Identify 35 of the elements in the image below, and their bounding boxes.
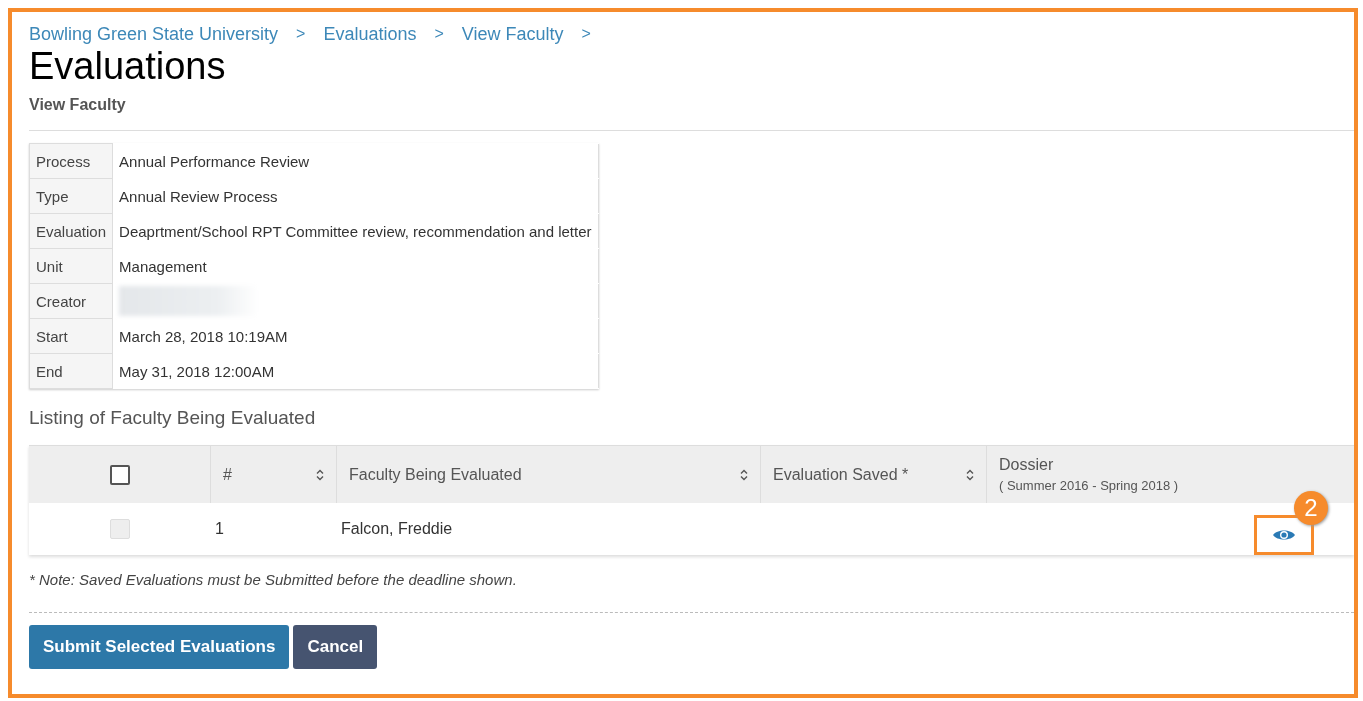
column-label: Faculty Being Evaluated bbox=[349, 465, 523, 484]
sort-icon[interactable] bbox=[740, 468, 748, 481]
column-sublabel: ( Summer 2016 - Spring 2018 ) bbox=[999, 478, 1180, 493]
sort-icon[interactable] bbox=[316, 468, 324, 481]
detail-value: Annual Performance Review bbox=[112, 143, 598, 179]
column-label: Dossier bbox=[999, 456, 1055, 474]
column-header[interactable]: Evaluation Saved * bbox=[760, 445, 986, 503]
submit-button[interactable]: Submit Selected Evaluations bbox=[29, 625, 290, 669]
column-label: Evaluation Saved * bbox=[773, 465, 910, 484]
breadcrumb-separator: > bbox=[296, 25, 306, 43]
page-title: Evaluations bbox=[29, 46, 227, 86]
row-number: 1 bbox=[215, 520, 224, 538]
sort-icon[interactable] bbox=[966, 468, 974, 481]
breadcrumb-separator: > bbox=[581, 25, 591, 43]
breadcrumb-link[interactable]: View Faculty bbox=[461, 23, 564, 45]
detail-label: Unit bbox=[29, 248, 113, 284]
faculty-name: Falcon, Freddie bbox=[341, 520, 453, 538]
view-eye-icon[interactable] bbox=[1272, 528, 1296, 542]
breadcrumb-separator: > bbox=[434, 25, 444, 43]
page-subtitle: View Faculty bbox=[29, 96, 127, 114]
detail-label: Evaluation bbox=[29, 213, 113, 249]
detail-label: Type bbox=[29, 178, 113, 214]
cancel-button[interactable]: Cancel bbox=[293, 625, 378, 669]
detail-label: End bbox=[29, 353, 113, 389]
detail-label: Creator bbox=[29, 283, 113, 319]
select-all-checkbox[interactable] bbox=[109, 464, 130, 485]
breadcrumb-link[interactable]: Evaluations bbox=[323, 23, 417, 45]
column-header[interactable]: Faculty Being Evaluated bbox=[336, 445, 760, 503]
column-header[interactable]: # bbox=[210, 445, 336, 503]
column-label: # bbox=[223, 465, 233, 484]
detail-label: Process bbox=[29, 143, 113, 179]
detail-label: Start bbox=[29, 318, 113, 354]
footnote: * Note: Saved Evaluations must be Submitted before the deadline shown. bbox=[29, 571, 518, 588]
breadcrumb-link[interactable]: Bowling Green State University bbox=[29, 23, 279, 45]
section-title: Listing of Faculty Being Evaluated bbox=[29, 407, 317, 429]
